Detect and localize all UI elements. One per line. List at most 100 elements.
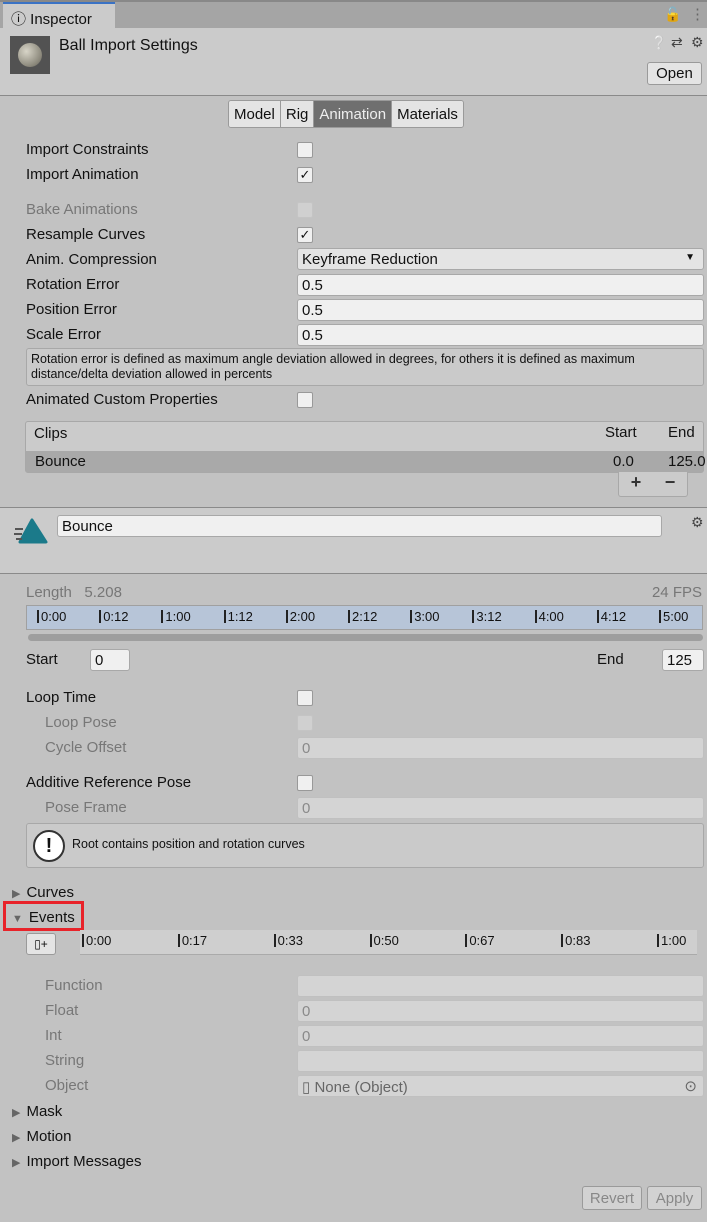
timeline-tick-label: 3:00 xyxy=(410,610,440,623)
tab-model[interactable]: Model xyxy=(229,101,281,127)
position-error-label: Position Error xyxy=(26,301,117,318)
asset-thumbnail xyxy=(10,36,50,74)
import-messages-label: Import Messages xyxy=(26,1153,142,1170)
function-label: Function xyxy=(45,977,103,994)
open-button[interactable]: Open xyxy=(647,62,702,85)
clips-add-remove: + − xyxy=(618,472,688,497)
error-help-box: Rotation error is defined as maximum ang… xyxy=(26,348,704,386)
length-value: 5.208 xyxy=(84,584,122,601)
cycle-offset-label: Cycle Offset xyxy=(45,739,127,756)
loop-time-label: Loop Time xyxy=(26,689,97,706)
import-animation-label: Import Animation xyxy=(26,166,139,183)
resample-curves-label: Resample Curves xyxy=(26,226,146,243)
scale-error-field[interactable]: 0.5 xyxy=(297,324,704,346)
table-row[interactable]: Bounce 0.0 125.0 xyxy=(26,451,706,472)
cycle-offset-field: 0 xyxy=(297,737,704,759)
tab-materials[interactable]: Materials xyxy=(392,101,463,127)
additive-pose-checkbox[interactable] xyxy=(297,775,313,791)
events-timeline[interactable]: 0:00 0:17 0:33 0:50 0:67 0:83 1:00 xyxy=(80,930,697,955)
info-icon: ⓘ xyxy=(11,11,31,28)
anim-compression-dropdown[interactable]: Keyframe Reduction ▼ xyxy=(297,248,704,270)
anim-compression-value: Keyframe Reduction xyxy=(302,251,438,268)
clips-header: Clips xyxy=(34,425,68,442)
fps-value: 24 FPS xyxy=(651,584,702,601)
pose-frame-label: Pose Frame xyxy=(45,799,127,816)
rotation-error-field[interactable]: 0.5 xyxy=(297,274,704,296)
clip-start: 0.0 xyxy=(613,453,634,470)
start-field[interactable]: 0 xyxy=(90,649,130,671)
timeline-tick-label: 0:17 xyxy=(177,934,207,947)
timeline-tick-label: 0:83 xyxy=(561,934,590,947)
int-label: Int xyxy=(45,1027,62,1044)
position-error-field[interactable]: 0.5 xyxy=(297,299,704,321)
timeline-tick-label: 0:00 xyxy=(82,934,111,947)
object-picker-icon: ⊙ xyxy=(684,1078,697,1095)
timeline-tick-label: 0:00 xyxy=(37,610,66,623)
timeline-tick-label: 0:33 xyxy=(273,934,303,947)
bake-animations-checkbox xyxy=(297,202,313,218)
curves-foldout[interactable]: ▶ Curves xyxy=(12,884,74,901)
timeline-tick-label: 2:00 xyxy=(285,610,315,623)
clip-gear-icon[interactable]: ⚙ xyxy=(691,514,704,531)
clip-timeline[interactable]: 0:00 0:12 1:00 1:12 2:00 2:12 3:00 3:12 4:00 4:12… xyxy=(26,605,703,630)
add-event-button[interactable]: ▯+ xyxy=(26,933,56,955)
gear-icon[interactable]: ⚙ xyxy=(691,34,704,51)
timeline-scrollbar[interactable] xyxy=(28,634,703,641)
revert-button[interactable]: Revert xyxy=(582,1186,642,1210)
loop-pose-checkbox xyxy=(297,715,313,731)
resample-curves-checkbox[interactable]: ✓ xyxy=(297,227,313,243)
expand-arrow-icon: ▶ xyxy=(12,1107,21,1119)
remove-clip-button[interactable]: − xyxy=(665,472,676,496)
expand-arrow-icon: ▶ xyxy=(12,1132,21,1144)
anim-compression-label: Anim. Compression xyxy=(26,251,157,268)
presets-icon[interactable]: ⇄ xyxy=(671,34,683,51)
import-constraints-checkbox[interactable] xyxy=(297,142,313,158)
loop-time-checkbox[interactable] xyxy=(297,690,313,706)
motion-foldout[interactable]: ▶ Motion xyxy=(12,1128,72,1145)
lock-icon[interactable]: 🔓 xyxy=(664,6,681,23)
add-event-icon: ▯+ xyxy=(34,937,48,951)
timeline-tick-label: 4:00 xyxy=(534,610,564,623)
object-field: ▯ None (Object) ⊙ xyxy=(297,1075,704,1097)
divider xyxy=(0,573,707,574)
clips-table: Clips Start End Bounce 0.0 125.0 xyxy=(25,421,706,473)
motion-label: Motion xyxy=(26,1128,72,1145)
expand-arrow-icon: ▶ xyxy=(12,1157,21,1169)
root-help-box: ! Root contains position and rotation cu… xyxy=(26,823,704,868)
help-icon[interactable]: ❔ xyxy=(651,35,667,51)
function-field xyxy=(297,975,704,997)
import-constraints-label: Import Constraints xyxy=(26,141,149,158)
timeline-tick-label: 1:12 xyxy=(223,610,253,623)
clip-name-field[interactable]: Bounce xyxy=(57,515,662,537)
inspector-tab[interactable]: ⓘ Inspector xyxy=(3,2,115,28)
tab-animation[interactable]: Animation xyxy=(314,101,393,127)
float-label: Float xyxy=(45,1002,79,1019)
root-help-text: Root contains position and rotation curv… xyxy=(72,837,305,851)
file-icon: ▯ xyxy=(302,1079,311,1096)
start-label: Start xyxy=(26,651,58,668)
more-icon[interactable]: ⋮ xyxy=(690,5,705,23)
end-field[interactable]: 125 xyxy=(662,649,704,671)
dropdown-arrow-icon: ▼ xyxy=(685,252,695,263)
length-label: Length xyxy=(26,584,72,601)
asset-title: Ball Import Settings xyxy=(59,37,198,54)
tab-rig[interactable]: Rig xyxy=(280,101,315,127)
import-animation-checkbox[interactable]: ✓ xyxy=(297,167,313,183)
object-label: Object xyxy=(45,1077,89,1094)
timeline-tick-label: 0:67 xyxy=(465,934,495,947)
mask-foldout[interactable]: ▶ Mask xyxy=(12,1103,62,1120)
import-messages-foldout[interactable]: ▶ Import Messages xyxy=(12,1153,142,1170)
clip-end: 125.0 xyxy=(668,453,706,470)
ball-icon xyxy=(18,43,42,67)
string-field xyxy=(297,1050,704,1072)
additive-pose-label: Additive Reference Pose xyxy=(26,774,192,791)
float-field: 0 xyxy=(297,1000,704,1022)
importer-tabs: Model Rig Animation Materials xyxy=(228,100,464,128)
pose-frame-field: 0 xyxy=(297,797,704,819)
animated-custom-properties-checkbox[interactable] xyxy=(297,392,313,408)
object-value: None (Object) xyxy=(314,1079,408,1096)
animated-custom-properties-label: Animated Custom Properties xyxy=(26,391,218,408)
add-clip-button[interactable]: + xyxy=(631,472,642,496)
apply-button[interactable]: Apply xyxy=(647,1186,702,1210)
timeline-tick-label: 3:12 xyxy=(472,610,502,623)
